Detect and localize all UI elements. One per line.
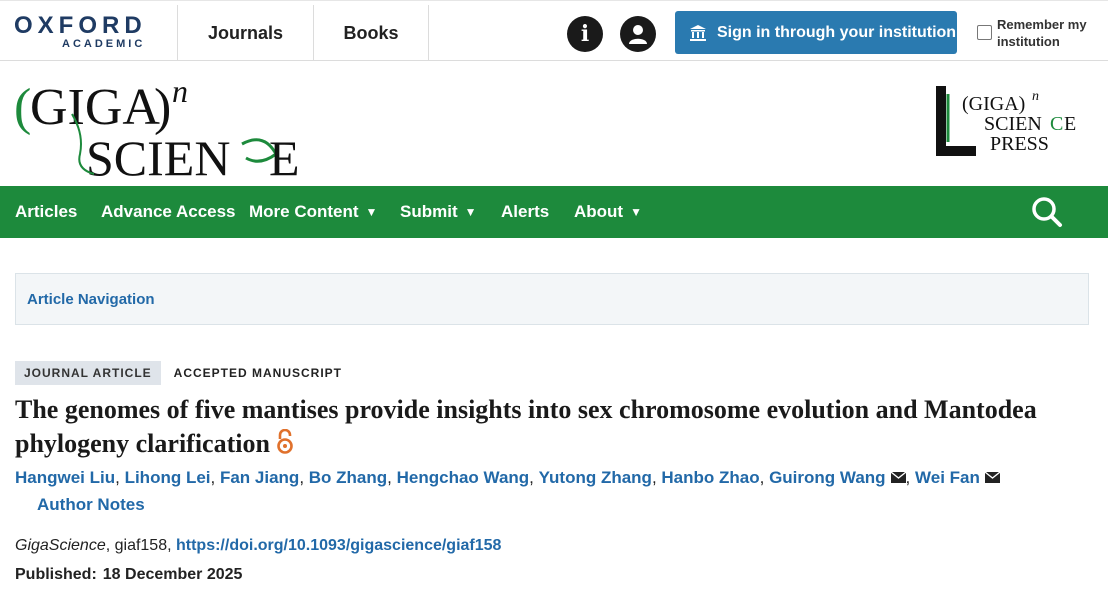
- author-notes-link[interactable]: Author Notes: [37, 495, 145, 515]
- article-tags: JOURNAL ARTICLE ACCEPTED MANUSCRIPT: [15, 361, 342, 385]
- svg-text:C: C: [1050, 113, 1063, 135]
- remember-checkbox[interactable]: [977, 25, 992, 40]
- article-navigation-toggle[interactable]: Article Navigation: [15, 273, 1089, 325]
- top-nav-journals[interactable]: Journals: [177, 5, 313, 61]
- published-date: 18 December 2025: [102, 566, 243, 583]
- svg-text:GIGA: GIGA: [30, 79, 160, 136]
- chevron-down-icon: ▼: [630, 205, 642, 219]
- oxford-academic-logo[interactable]: OXFORD ACADEMIC: [14, 12, 164, 52]
- remember-institution[interactable]: Remember my institution: [977, 15, 1105, 51]
- top-nav-books[interactable]: Books: [313, 5, 429, 61]
- svg-text:n: n: [1032, 89, 1039, 104]
- nav-submit[interactable]: Submit ▼: [400, 186, 477, 238]
- article-navigation-label: Article Navigation: [27, 290, 155, 308]
- nav-articles[interactable]: Articles: [15, 186, 77, 238]
- article-type-badge: JOURNAL ARTICLE: [15, 361, 161, 385]
- sign-in-institution-button[interactable]: Sign in through your institution: [675, 11, 957, 54]
- author-link[interactable]: Hengchao Wang: [397, 468, 530, 487]
- author-link[interactable]: Hanbo Zhao: [661, 468, 759, 487]
- svg-text:n: n: [172, 74, 188, 109]
- nav-more-content[interactable]: More Content ▼: [249, 186, 377, 238]
- doi-link[interactable]: https://doi.org/10.1093/gigascience/giaf…: [176, 537, 501, 554]
- envelope-icon[interactable]: [984, 472, 1000, 483]
- envelope-icon[interactable]: [890, 472, 906, 483]
- article-title-text: The genomes of five mantises provide ins…: [15, 395, 1037, 458]
- giga-science-press-logo[interactable]: (GIGA) n SCIEN C E PRESS: [934, 84, 1094, 164]
- top-bar: OXFORD ACADEMIC Journals Books i Sign in…: [0, 0, 1108, 61]
- search-icon[interactable]: [1031, 196, 1063, 228]
- chevron-down-icon: ▼: [464, 205, 477, 219]
- nav-about[interactable]: About ▼: [574, 186, 642, 238]
- journal-name: GigaScience: [15, 537, 106, 554]
- author-link[interactable]: Yutong Zhang: [539, 468, 652, 487]
- chevron-down-icon: ▼: [365, 205, 378, 219]
- author-link[interactable]: Guirong Wang: [769, 468, 885, 487]
- nav-advance-access-label: Advance Access: [101, 202, 236, 221]
- nav-more-content-label: More Content: [249, 202, 359, 221]
- published-label: Published:: [15, 566, 97, 583]
- author-link[interactable]: Lihong Lei: [125, 468, 211, 487]
- author-link[interactable]: Bo Zhang: [309, 468, 387, 487]
- svg-text:(GIGA): (GIGA): [962, 93, 1025, 115]
- main-nav: Articles Advance Access More Content ▼ S…: [0, 186, 1108, 238]
- oxford-wordmark: OXFORD: [14, 12, 147, 39]
- svg-text:(: (: [14, 79, 31, 136]
- nav-about-label: About: [574, 202, 624, 221]
- author-list: Hangwei Liu, Lihong Lei, Fan Jiang, Bo Z…: [15, 467, 1095, 489]
- account-icon[interactable]: [620, 16, 656, 52]
- info-icon[interactable]: i: [567, 16, 603, 52]
- citation-line: GigaScience, giaf158, https://doi.org/10…: [15, 537, 502, 554]
- svg-text:E: E: [1064, 113, 1076, 135]
- institution-icon: [690, 24, 706, 41]
- nav-alerts-label: Alerts: [501, 202, 550, 221]
- gigascience-journal-logo[interactable]: ( GIGA ) n SCIEN E: [14, 74, 314, 184]
- nav-advance-access[interactable]: Advance Access: [101, 186, 236, 238]
- academic-wordmark: ACADEMIC: [62, 38, 146, 50]
- brand-row: ( GIGA ) n SCIEN E (GIGA) n SCIEN C E PR…: [0, 62, 1108, 186]
- open-access-icon: [277, 429, 293, 454]
- svg-text:): ): [154, 79, 171, 136]
- article-id: giaf158: [114, 537, 168, 554]
- remember-label: Remember my institution: [997, 17, 1087, 49]
- svg-text:E: E: [269, 130, 300, 184]
- nav-articles-label: Articles: [15, 202, 78, 221]
- nav-submit-label: Submit: [400, 202, 458, 221]
- svg-text:SCIEN: SCIEN: [86, 130, 230, 184]
- svg-text:SCIEN: SCIEN: [984, 113, 1042, 135]
- author-link[interactable]: Hangwei Liu: [15, 468, 115, 487]
- svg-text:PRESS: PRESS: [990, 133, 1049, 155]
- author-link[interactable]: Wei Fan: [915, 468, 980, 487]
- sign-in-label: Sign in through your institution: [717, 23, 957, 41]
- published-line: Published: 18 December 2025: [15, 566, 242, 584]
- author-link[interactable]: Fan Jiang: [220, 468, 299, 487]
- article-title: The genomes of five mantises provide ins…: [15, 393, 1095, 461]
- manuscript-status-label: ACCEPTED MANUSCRIPT: [173, 366, 343, 380]
- nav-alerts[interactable]: Alerts: [501, 186, 549, 238]
